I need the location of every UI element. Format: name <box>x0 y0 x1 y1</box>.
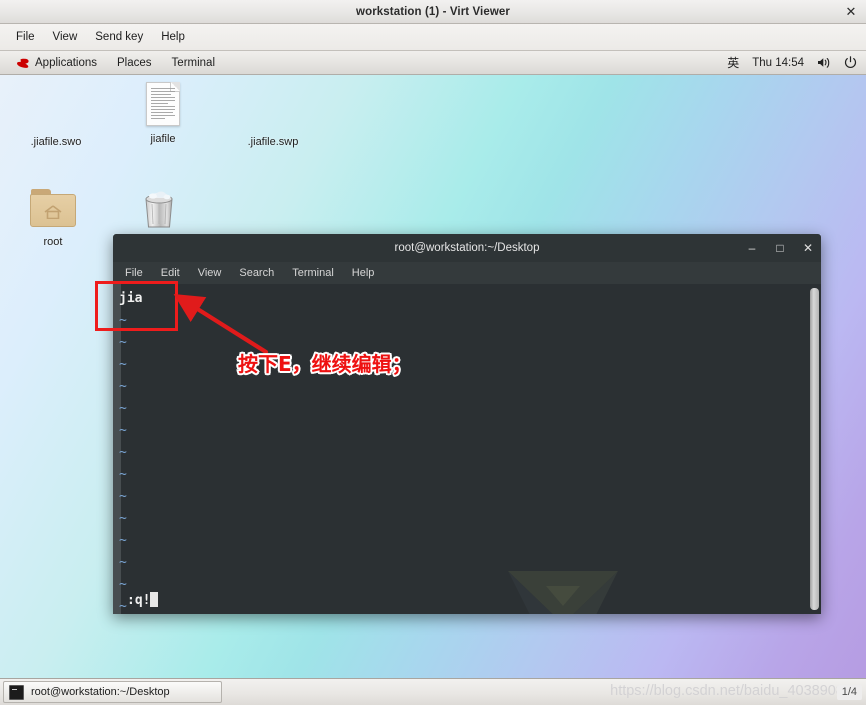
terminal-tilde-glyph: ~ <box>119 467 127 482</box>
virt-viewer-menubar: File View Send key Help <box>0 24 866 51</box>
minimize-icon[interactable]: – <box>745 242 759 254</box>
clock[interactable]: Thu 14:54 <box>752 57 804 69</box>
terminal-line-first: jia <box>119 288 821 310</box>
terminal-tilde-row: ~ <box>119 596 821 614</box>
applications-label: Applications <box>35 56 98 69</box>
terminal-menu-search[interactable]: Search <box>239 267 283 279</box>
input-method-indicator[interactable]: 英 <box>727 54 739 71</box>
terminal-tilde-glyph: ~ <box>119 555 127 570</box>
terminal-command-text: :q! <box>127 593 151 608</box>
terminal-menu-edit[interactable]: Edit <box>161 267 189 279</box>
terminal-menu-view[interactable]: View <box>198 267 231 279</box>
terminal-title: root@workstation:~/Desktop <box>394 242 540 254</box>
power-icon[interactable] <box>844 56 857 69</box>
terminal-tilde-row: ~ <box>119 574 821 596</box>
virt-viewer-titlebar: workstation (1) - Virt Viewer ✕ <box>0 0 866 24</box>
terminal-tilde-row: ~ <box>119 398 821 420</box>
taskbar-window-label: root@workstation:~/Desktop <box>31 686 170 698</box>
terminal-window: root@workstation:~/Desktop – □ ✕ File Ed… <box>113 234 821 614</box>
terminal-icon <box>9 684 24 700</box>
gnome-top-panel: Applications Places Terminal 英 Thu 14:54 <box>0 51 866 75</box>
terminal-menu-help[interactable]: Help <box>352 267 384 279</box>
menu-item-help[interactable]: Help <box>152 29 194 45</box>
terminal-cursor <box>150 592 159 607</box>
page-indicator: 1/4 <box>836 685 862 700</box>
terminal-menu[interactable]: Terminal <box>162 56 225 70</box>
terminal-tilde-row: ~ <box>119 530 821 552</box>
taskbar-window-button[interactable]: root@workstation:~/Desktop <box>3 681 222 703</box>
desktop-icon-jiafile-swp[interactable]: .jiafile.swp <box>225 83 321 148</box>
maximize-icon[interactable]: □ <box>773 242 787 254</box>
bottom-taskbar: root@workstation:~/Desktop https://blog.… <box>0 678 866 705</box>
terminal-menu-terminal[interactable]: Terminal <box>292 267 343 279</box>
desktop-icon-jiafile[interactable]: jiafile <box>115 80 211 145</box>
terminal-tilde-row: ~ <box>119 310 821 332</box>
terminal-tilde-glyph: ~ <box>119 401 127 416</box>
terminal-tilde-row: ~ <box>119 376 821 398</box>
document-icon <box>139 80 187 128</box>
menu-item-send-key[interactable]: Send key <box>86 29 152 45</box>
folder-icon <box>29 183 77 231</box>
applications-menu[interactable]: Applications <box>6 56 107 70</box>
terminal-tilde-row: ~ <box>119 508 821 530</box>
close-icon[interactable]: ✕ <box>801 242 815 254</box>
terminal-tilde-rows: ~ ~ ~ ~ ~ ~ ~ ~ ~ ~ ~ ~ ~ ~ <box>119 310 821 614</box>
blank-icon <box>32 83 80 131</box>
terminal-menu-file[interactable]: File <box>125 267 152 279</box>
terminal-scrollbar[interactable] <box>810 286 819 612</box>
terminal-screen[interactable]: 西部开源 jia ~~~~~~~~~~~~~~ :q! <box>113 284 821 614</box>
desktop-icon-root-folder[interactable]: root <box>5 183 101 248</box>
terminal-tilde-glyph: ~ <box>119 599 127 614</box>
annotation-highlight-box <box>95 281 178 331</box>
terminal-tilde-glyph: ~ <box>119 577 127 592</box>
terminal-tilde-glyph: ~ <box>119 357 127 372</box>
terminal-command-line: :q! <box>127 592 159 608</box>
terminal-tilde-glyph: ~ <box>119 379 127 394</box>
desktop-icon-label: .jiafile.swp <box>247 136 299 148</box>
terminal-titlebar: root@workstation:~/Desktop – □ ✕ <box>113 234 821 262</box>
terminal-label: Terminal <box>171 56 216 69</box>
terminal-tilde-glyph: ~ <box>119 511 127 526</box>
terminal-tilde-glyph: ~ <box>119 445 127 460</box>
desktop-icon-trash[interactable] <box>115 182 211 235</box>
menu-item-view[interactable]: View <box>44 29 87 45</box>
csdn-watermark: https://blog.csdn.net/baidu_40389082 <box>610 683 852 699</box>
trash-can-shape <box>145 191 173 228</box>
desktop-area: .jiafile.swo jiafile .jiafile.swp root r… <box>0 75 866 678</box>
desktop-icon-label: root <box>43 236 63 248</box>
menu-item-file[interactable]: File <box>7 29 44 45</box>
terminal-tilde-row: ~ <box>119 552 821 574</box>
trash-icon <box>139 182 187 230</box>
terminal-tilde-row: ~ <box>119 332 821 354</box>
terminal-tilde-glyph: ~ <box>119 489 127 504</box>
terminal-tilde-row: ~ <box>119 442 821 464</box>
desktop-icon-label: jiafile <box>150 133 176 145</box>
desktop-icon-label: .jiafile.swo <box>30 136 82 148</box>
terminal-tilde-glyph: ~ <box>119 533 127 548</box>
terminal-tilde-row: ~ <box>119 464 821 486</box>
terminal-menubar: File Edit View Search Terminal Help <box>113 262 821 284</box>
places-menu[interactable]: Places <box>107 56 162 70</box>
blank-icon <box>249 83 297 131</box>
terminal-tilde-glyph: ~ <box>119 423 127 438</box>
places-label: Places <box>117 56 152 69</box>
window-title: workstation (1) - Virt Viewer <box>356 5 510 18</box>
volume-icon[interactable] <box>817 56 831 69</box>
terminal-tilde-row: ~ <box>119 486 821 508</box>
close-icon[interactable]: ✕ <box>843 4 859 20</box>
terminal-text-content: jia ~ ~ ~ ~ ~ ~ ~ ~ ~ ~ ~ ~ ~ ~ <box>113 284 821 614</box>
terminal-tilde-row: ~ <box>119 420 821 442</box>
redhat-logo-icon <box>17 58 29 68</box>
home-glyph-icon <box>44 205 62 219</box>
desktop-icon-jiafile-swo[interactable]: .jiafile.swo <box>8 83 104 148</box>
terminal-tilde-row: ~ <box>119 354 821 376</box>
terminal-tilde-glyph: ~ <box>119 335 127 350</box>
annotation-text: 按下E，继续编辑； <box>237 351 414 378</box>
